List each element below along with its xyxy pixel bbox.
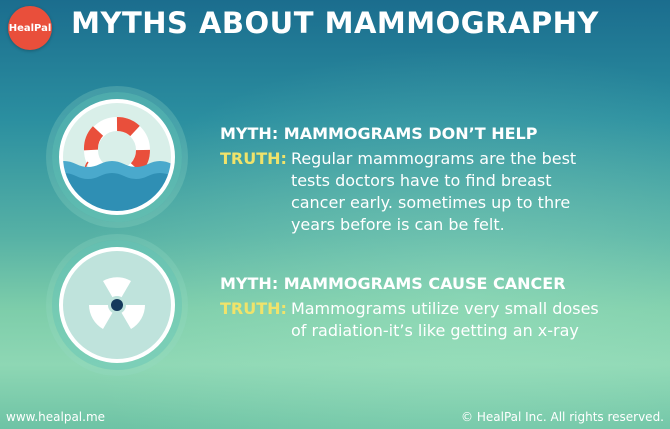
radiation-icon (59, 247, 175, 363)
truth-row: TRUTH: Mammograms utilize very small dos… (220, 298, 650, 342)
myth-heading: MYTH: MAMMOGRAMS CAUSE CANCER (220, 274, 566, 293)
myth-block-2: MYTH: MAMMOGRAMS CAUSE CANCER TRUTH: Mam… (220, 274, 650, 342)
truth-label: TRUTH: (220, 299, 287, 318)
copyright-text: © HealPal Inc. All rights reserved. (461, 410, 664, 424)
truth-text: Regular mammograms are the best tests do… (290, 149, 577, 234)
truth-text: Mammograms utilize very small doses of r… (290, 299, 599, 340)
truth-label: TRUTH: (220, 149, 287, 168)
truth-row: TRUTH: Regular mammograms are the best t… (220, 148, 650, 236)
page-title: MYTHS ABOUT MAMMOGRAPHY (71, 6, 599, 40)
myth-heading: MYTH: MAMMOGRAMS DON’T HELP (220, 124, 538, 143)
website-link[interactable]: www.healpal.me (6, 410, 105, 424)
radiation-disc (52, 240, 182, 370)
lifebuoy-disc (52, 92, 182, 222)
lifebuoy-icon (59, 99, 175, 215)
myth-block-1: MYTH: MAMMOGRAMS DON’T HELP TRUTH: Regul… (220, 124, 650, 236)
